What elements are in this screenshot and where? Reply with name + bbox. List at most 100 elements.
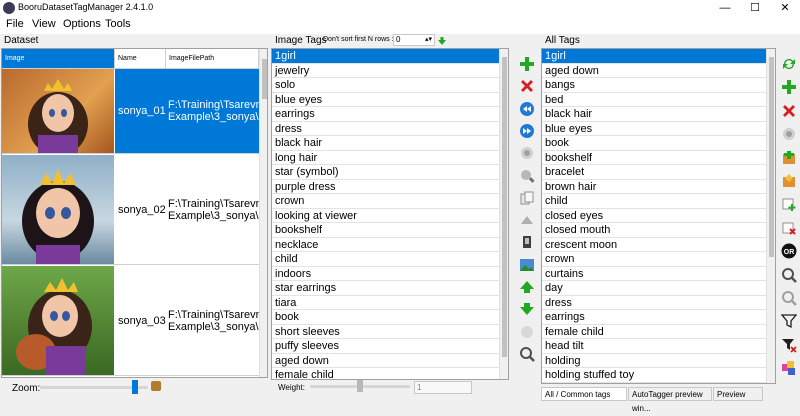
remove-selected-icon[interactable] — [780, 219, 798, 237]
tag-item[interactable]: indoors — [542, 383, 775, 384]
scrollbar-thumb[interactable] — [502, 57, 507, 357]
add-selected-icon[interactable] — [780, 195, 798, 213]
spinner-arrow-icon[interactable]: ▴▾ — [425, 35, 432, 45]
remove-icon[interactable] — [518, 77, 536, 95]
tag-list-scrollbar[interactable] — [499, 49, 508, 379]
sort-icon[interactable] — [518, 323, 536, 341]
tag-item[interactable]: day — [542, 281, 775, 296]
tag-item[interactable]: aged down — [542, 64, 775, 78]
table-row[interactable]: sonya_01 F:\Training\Tsarevn Example\3_s… — [2, 69, 259, 154]
minimize-button[interactable]: — — [710, 0, 740, 17]
copy-icon[interactable] — [518, 189, 536, 207]
close-button[interactable]: ✕ — [770, 0, 800, 17]
tag-item[interactable]: blue eyes — [272, 93, 508, 107]
weight-input[interactable]: 1 — [414, 381, 472, 394]
tag-item[interactable]: bookshelf — [272, 223, 508, 238]
fast-forward-icon[interactable] — [518, 122, 536, 140]
palette-icon[interactable] — [780, 359, 798, 377]
column-header-name[interactable]: Name — [115, 49, 166, 69]
weight-slider[interactable] — [310, 380, 410, 392]
tag-item[interactable]: crown — [542, 252, 775, 267]
tag-item[interactable]: black hair — [272, 136, 508, 151]
tag-item[interactable]: 1girl — [272, 49, 508, 64]
search-disabled-icon[interactable] — [780, 289, 798, 307]
move-up-icon[interactable] — [518, 278, 536, 296]
find-icon[interactable] — [518, 167, 536, 185]
move-down-icon[interactable] — [518, 300, 536, 318]
edit-icon[interactable] — [780, 172, 798, 190]
zoom-image-icon[interactable] — [151, 381, 161, 391]
menu-view[interactable]: View — [32, 18, 56, 30]
replace-icon[interactable] — [518, 144, 536, 162]
tag-item[interactable]: indoors — [272, 267, 508, 281]
column-header-image[interactable]: Image — [2, 49, 115, 69]
search-icon[interactable] — [780, 266, 798, 284]
tag-item[interactable]: bracelet — [542, 165, 775, 180]
dataset-scrollbar[interactable] — [259, 49, 267, 377]
tag-item[interactable]: solo — [272, 78, 508, 93]
image-tags-list[interactable]: 1girl jewelry solo blue eyes earrings dress bl… — [271, 48, 509, 380]
tag-item[interactable]: looking at viewer — [272, 209, 508, 223]
remove-icon[interactable] — [780, 102, 798, 120]
tag-item[interactable]: holding — [542, 354, 775, 368]
tag-item[interactable]: star (symbol) — [272, 165, 508, 180]
scrollbar-thumb[interactable] — [262, 59, 267, 99]
tag-item[interactable]: dress — [542, 296, 775, 310]
tag-item[interactable]: puffy sleeves — [272, 339, 508, 354]
tag-item[interactable]: holding stuffed toy — [542, 368, 775, 383]
tag-item[interactable]: earrings — [272, 107, 508, 122]
tag-item[interactable]: necklace — [272, 238, 508, 252]
tag-item[interactable]: child — [542, 194, 775, 209]
sort-rows-input[interactable]: 0 ▴▾ — [393, 34, 435, 46]
tag-item[interactable]: 1girl — [542, 49, 775, 64]
image-icon[interactable] — [518, 256, 536, 274]
tag-item[interactable]: closed eyes — [542, 209, 775, 223]
apply-sort-icon[interactable] — [437, 35, 447, 45]
zoom-slider-thumb[interactable] — [131, 380, 138, 394]
replace-icon[interactable] — [780, 125, 798, 143]
tag-item[interactable]: brown hair — [542, 180, 775, 194]
tag-item[interactable]: child — [272, 252, 508, 267]
tag-item[interactable]: head tilt — [542, 339, 775, 354]
tag-item[interactable]: curtains — [542, 267, 775, 281]
tag-item[interactable]: dress — [272, 122, 508, 136]
tag-item[interactable]: female child — [542, 325, 775, 339]
refresh-icon[interactable] — [780, 55, 798, 73]
filter-icon[interactable] — [780, 312, 798, 330]
rewind-icon[interactable] — [518, 100, 536, 118]
tag-item[interactable]: closed mouth — [542, 223, 775, 238]
tag-item[interactable]: bookshelf — [542, 151, 775, 165]
tab-preview[interactable]: Preview — [713, 387, 763, 401]
tab-autotagger-preview[interactable]: AutoTagger preview win... — [628, 387, 712, 413]
table-row[interactable]: sonya_03 F:\Training\Tsarevn Example\3_s… — [2, 266, 259, 376]
menu-options[interactable]: Options — [63, 18, 101, 30]
scrollbar-thumb[interactable] — [769, 57, 774, 257]
weight-slider-thumb[interactable] — [357, 380, 363, 392]
tag-item[interactable]: blue eyes — [542, 122, 775, 136]
tag-item[interactable]: tiara — [272, 296, 508, 310]
add-icon[interactable] — [518, 55, 536, 73]
tag-item[interactable]: aged down — [272, 354, 508, 368]
all-tags-list[interactable]: 1girl aged down bangs bed black hair blue eye… — [541, 48, 776, 384]
paste-icon[interactable] — [518, 211, 536, 229]
tab-all-common-tags[interactable]: All / Common tags — [541, 387, 627, 401]
tag-item[interactable]: black hair — [542, 107, 775, 122]
menu-tools[interactable]: Tools — [105, 18, 131, 30]
add-icon[interactable] — [780, 78, 798, 96]
menu-file[interactable]: File — [6, 18, 24, 30]
tag-item[interactable]: earrings — [542, 310, 775, 325]
tag-item[interactable]: purple dress — [272, 180, 508, 194]
or-icon[interactable]: OR — [780, 242, 798, 260]
tag-item[interactable]: star earrings — [272, 281, 508, 296]
tag-item[interactable]: crescent moon — [542, 238, 775, 252]
tag-item[interactable]: long hair — [272, 151, 508, 165]
column-header-path[interactable]: ImageFilePath — [166, 49, 259, 69]
tag-item[interactable]: female child — [272, 368, 508, 379]
clear-filter-icon[interactable] — [780, 336, 798, 354]
zoom-slider[interactable] — [40, 380, 148, 394]
tag-item[interactable]: jewelry — [272, 64, 508, 78]
add-to-all-icon[interactable] — [780, 149, 798, 167]
dataset-grid[interactable]: Image Name ImageFilePath sonya_01 F:\Tra… — [1, 48, 268, 378]
tag-item[interactable]: bed — [542, 93, 775, 107]
tag-item[interactable]: bangs — [542, 78, 775, 93]
